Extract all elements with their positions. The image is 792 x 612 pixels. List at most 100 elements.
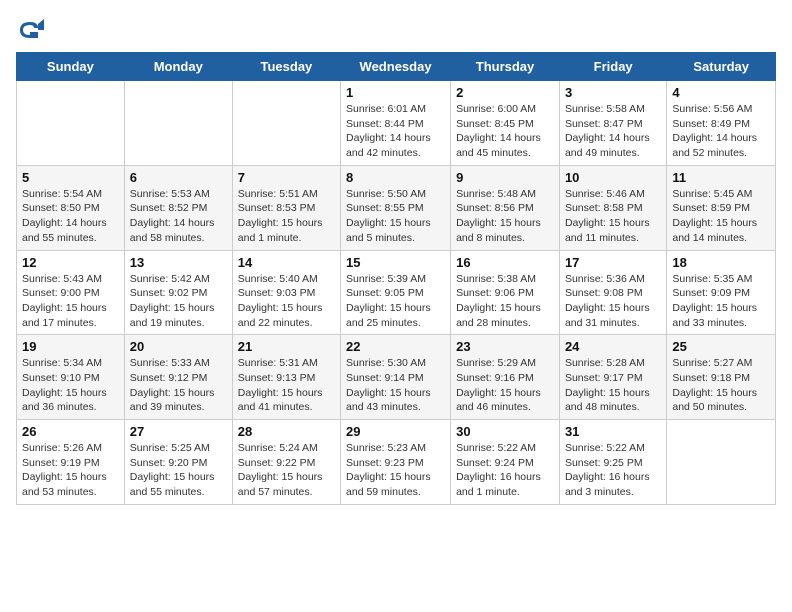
day-number: 31 xyxy=(565,424,661,439)
day-info: Sunrise: 5:45 AM Sunset: 8:59 PM Dayligh… xyxy=(672,187,770,246)
day-info: Sunrise: 5:48 AM Sunset: 8:56 PM Dayligh… xyxy=(456,187,554,246)
day-info: Sunrise: 5:56 AM Sunset: 8:49 PM Dayligh… xyxy=(672,102,770,161)
day-number: 26 xyxy=(22,424,119,439)
calendar-cell: 22 Sunrise: 5:30 AM Sunset: 9:14 PM Dayli… xyxy=(341,335,451,420)
day-number: 24 xyxy=(565,339,661,354)
calendar-header-row: SundayMondayTuesdayWednesdayThursdayFrid… xyxy=(17,53,776,81)
day-number: 18 xyxy=(672,255,770,270)
day-info: Sunrise: 5:40 AM Sunset: 9:03 PM Dayligh… xyxy=(238,272,335,331)
day-number: 2 xyxy=(456,85,554,100)
calendar-cell: 13 Sunrise: 5:42 AM Sunset: 9:02 PM Dayli… xyxy=(124,250,232,335)
day-info: Sunrise: 5:38 AM Sunset: 9:06 PM Dayligh… xyxy=(456,272,554,331)
day-info: Sunrise: 5:39 AM Sunset: 9:05 PM Dayligh… xyxy=(346,272,445,331)
calendar-week-2: 5Sunrise: 5:54 AM Sunset: 8:50 PM Daylig… xyxy=(17,165,776,250)
day-info: Sunrise: 5:28 AM Sunset: 9:17 PM Dayligh… xyxy=(565,356,661,415)
day-header-wednesday: Wednesday xyxy=(341,53,451,81)
calendar-cell: 16Sunrise: 5:38 AM Sunset: 9:06 PM Dayli… xyxy=(451,250,560,335)
day-header-thursday: Thursday xyxy=(451,53,560,81)
calendar-week-4: 19 Sunrise: 5:34 AM Sunset: 9:10 PM Dayli… xyxy=(17,335,776,420)
calendar-cell: 27 Sunrise: 5:25 AM Sunset: 9:20 PM Dayli… xyxy=(124,420,232,505)
calendar-cell: 9 Sunrise: 5:48 AM Sunset: 8:56 PM Daylig… xyxy=(451,165,560,250)
day-info: Sunrise: 5:58 AM Sunset: 8:47 PM Dayligh… xyxy=(565,102,661,161)
calendar-cell: 5Sunrise: 5:54 AM Sunset: 8:50 PM Daylig… xyxy=(17,165,125,250)
day-info: Sunrise: 5:22 AM Sunset: 9:24 PM Dayligh… xyxy=(456,441,554,500)
day-info: Sunrise: 5:30 AM Sunset: 9:14 PM Dayligh… xyxy=(346,356,445,415)
day-info: Sunrise: 5:33 AM Sunset: 9:12 PM Dayligh… xyxy=(130,356,227,415)
day-number: 14 xyxy=(238,255,335,270)
day-info: Sunrise: 6:00 AM Sunset: 8:45 PM Dayligh… xyxy=(456,102,554,161)
day-info: Sunrise: 5:34 AM Sunset: 9:10 PM Dayligh… xyxy=(22,356,119,415)
day-number: 11 xyxy=(672,170,770,185)
day-number: 12 xyxy=(22,255,119,270)
day-number: 30 xyxy=(456,424,554,439)
calendar-cell xyxy=(124,81,232,166)
day-number: 4 xyxy=(672,85,770,100)
day-info: Sunrise: 5:36 AM Sunset: 9:08 PM Dayligh… xyxy=(565,272,661,331)
calendar-cell: 15 Sunrise: 5:39 AM Sunset: 9:05 PM Dayli… xyxy=(341,250,451,335)
day-number: 17 xyxy=(565,255,661,270)
day-number: 9 xyxy=(456,170,554,185)
day-info: Sunrise: 5:22 AM Sunset: 9:25 PM Dayligh… xyxy=(565,441,661,500)
day-number: 1 xyxy=(346,85,445,100)
calendar-cell: 21Sunrise: 5:31 AM Sunset: 9:13 PM Dayli… xyxy=(232,335,340,420)
day-number: 22 xyxy=(346,339,445,354)
day-number: 29 xyxy=(346,424,445,439)
calendar-cell xyxy=(17,81,125,166)
calendar-cell: 11 Sunrise: 5:45 AM Sunset: 8:59 PM Dayli… xyxy=(667,165,776,250)
calendar-week-5: 26 Sunrise: 5:26 AM Sunset: 9:19 PM Dayli… xyxy=(17,420,776,505)
calendar-cell: 7Sunrise: 5:51 AM Sunset: 8:53 PM Daylig… xyxy=(232,165,340,250)
day-header-monday: Monday xyxy=(124,53,232,81)
page-header xyxy=(16,16,776,44)
day-number: 27 xyxy=(130,424,227,439)
day-number: 8 xyxy=(346,170,445,185)
calendar-cell: 8 Sunrise: 5:50 AM Sunset: 8:55 PM Daylig… xyxy=(341,165,451,250)
day-info: Sunrise: 5:43 AM Sunset: 9:00 PM Dayligh… xyxy=(22,272,119,331)
calendar-cell: 19 Sunrise: 5:34 AM Sunset: 9:10 PM Dayli… xyxy=(17,335,125,420)
day-info: Sunrise: 5:35 AM Sunset: 9:09 PM Dayligh… xyxy=(672,272,770,331)
day-info: Sunrise: 5:24 AM Sunset: 9:22 PM Dayligh… xyxy=(238,441,335,500)
day-number: 25 xyxy=(672,339,770,354)
day-info: Sunrise: 5:31 AM Sunset: 9:13 PM Dayligh… xyxy=(238,356,335,415)
logo xyxy=(16,16,48,44)
calendar-cell: 24 Sunrise: 5:28 AM Sunset: 9:17 PM Dayli… xyxy=(559,335,666,420)
day-info: Sunrise: 5:46 AM Sunset: 8:58 PM Dayligh… xyxy=(565,187,661,246)
day-info: Sunrise: 5:53 AM Sunset: 8:52 PM Dayligh… xyxy=(130,187,227,246)
calendar-cell: 20Sunrise: 5:33 AM Sunset: 9:12 PM Dayli… xyxy=(124,335,232,420)
calendar-cell: 25Sunrise: 5:27 AM Sunset: 9:18 PM Dayli… xyxy=(667,335,776,420)
calendar-cell: 12 Sunrise: 5:43 AM Sunset: 9:00 PM Dayli… xyxy=(17,250,125,335)
calendar-cell xyxy=(232,81,340,166)
day-info: Sunrise: 5:25 AM Sunset: 9:20 PM Dayligh… xyxy=(130,441,227,500)
day-number: 3 xyxy=(565,85,661,100)
calendar-cell: 6Sunrise: 5:53 AM Sunset: 8:52 PM Daylig… xyxy=(124,165,232,250)
day-info: Sunrise: 5:51 AM Sunset: 8:53 PM Dayligh… xyxy=(238,187,335,246)
calendar-cell xyxy=(667,420,776,505)
day-number: 15 xyxy=(346,255,445,270)
calendar-cell: 1 Sunrise: 6:01 AM Sunset: 8:44 PM Daylig… xyxy=(341,81,451,166)
day-number: 28 xyxy=(238,424,335,439)
calendar-week-1: 1 Sunrise: 6:01 AM Sunset: 8:44 PM Daylig… xyxy=(17,81,776,166)
calendar-cell: 28 Sunrise: 5:24 AM Sunset: 9:22 PM Dayli… xyxy=(232,420,340,505)
day-header-friday: Friday xyxy=(559,53,666,81)
calendar-cell: 18 Sunrise: 5:35 AM Sunset: 9:09 PM Dayli… xyxy=(667,250,776,335)
calendar-cell: 31 Sunrise: 5:22 AM Sunset: 9:25 PM Dayli… xyxy=(559,420,666,505)
day-info: Sunrise: 6:01 AM Sunset: 8:44 PM Dayligh… xyxy=(346,102,445,161)
day-info: Sunrise: 5:29 AM Sunset: 9:16 PM Dayligh… xyxy=(456,356,554,415)
calendar-cell: 30 Sunrise: 5:22 AM Sunset: 9:24 PM Dayli… xyxy=(451,420,560,505)
calendar-cell: 26 Sunrise: 5:26 AM Sunset: 9:19 PM Dayli… xyxy=(17,420,125,505)
day-info: Sunrise: 5:26 AM Sunset: 9:19 PM Dayligh… xyxy=(22,441,119,500)
calendar-cell: 29 Sunrise: 5:23 AM Sunset: 9:23 PM Dayli… xyxy=(341,420,451,505)
day-info: Sunrise: 5:23 AM Sunset: 9:23 PM Dayligh… xyxy=(346,441,445,500)
calendar-cell: 3 Sunrise: 5:58 AM Sunset: 8:47 PM Daylig… xyxy=(559,81,666,166)
day-number: 19 xyxy=(22,339,119,354)
calendar-table: SundayMondayTuesdayWednesdayThursdayFrid… xyxy=(16,52,776,505)
day-info: Sunrise: 5:42 AM Sunset: 9:02 PM Dayligh… xyxy=(130,272,227,331)
calendar-cell: 17 Sunrise: 5:36 AM Sunset: 9:08 PM Dayli… xyxy=(559,250,666,335)
day-info: Sunrise: 5:50 AM Sunset: 8:55 PM Dayligh… xyxy=(346,187,445,246)
calendar-cell: 10 Sunrise: 5:46 AM Sunset: 8:58 PM Dayli… xyxy=(559,165,666,250)
day-number: 23 xyxy=(456,339,554,354)
day-number: 10 xyxy=(565,170,661,185)
day-header-tuesday: Tuesday xyxy=(232,53,340,81)
calendar-cell: 4 Sunrise: 5:56 AM Sunset: 8:49 PM Daylig… xyxy=(667,81,776,166)
day-number: 5 xyxy=(22,170,119,185)
day-number: 13 xyxy=(130,255,227,270)
